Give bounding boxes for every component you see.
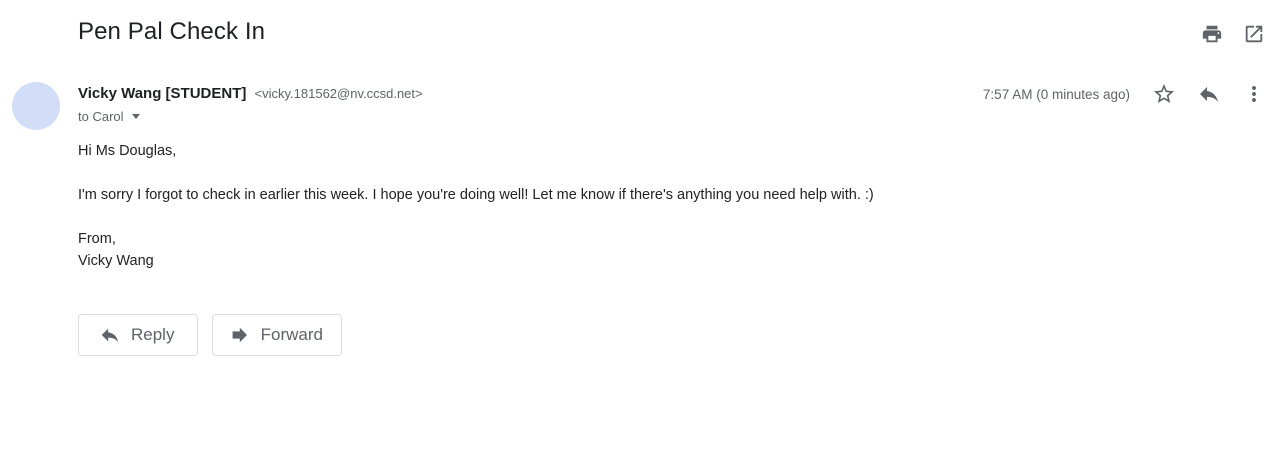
message-meta: 7:57 AM (0 minutes ago) bbox=[983, 82, 1266, 106]
show-details-chevron-icon[interactable] bbox=[131, 114, 140, 119]
recipient-line: to Carol bbox=[78, 109, 140, 124]
reply-arrow-icon bbox=[101, 328, 119, 343]
sender-email: <vicky.181562@nv.ccsd.net> bbox=[254, 86, 423, 101]
forward-button-label: Forward bbox=[260, 325, 323, 344]
reply-button[interactable]: Reply bbox=[78, 314, 198, 356]
email-subject: Pen Pal Check In bbox=[78, 18, 266, 45]
reply-icon[interactable] bbox=[1197, 82, 1221, 106]
print-icon[interactable] bbox=[1200, 22, 1224, 46]
reply-actions: Reply Forward bbox=[78, 314, 342, 356]
sender-line: Vicky Wang [STUDENT] <vicky.181562@nv.cc… bbox=[78, 85, 423, 102]
signature: Vicky Wang bbox=[78, 253, 154, 269]
sender-name[interactable]: Vicky Wang [STUDENT] bbox=[78, 85, 246, 102]
forward-button[interactable]: Forward bbox=[212, 314, 342, 356]
more-vert-icon[interactable] bbox=[1242, 82, 1266, 106]
timestamp: 7:57 AM (0 minutes ago) bbox=[982, 86, 1130, 102]
message-body: Hi Ms Douglas, I'm sorry I forgot to che… bbox=[78, 140, 874, 272]
closing: From, bbox=[78, 231, 116, 247]
email-view: Pen Pal Check In Vicky Wang [STUDENT] <v… bbox=[0, 0, 1280, 452]
thread-toolbar bbox=[1200, 22, 1266, 46]
open-in-new-window-icon[interactable] bbox=[1242, 22, 1266, 46]
reply-button-label: Reply bbox=[131, 325, 175, 344]
body-paragraph: I'm sorry I forgot to check in earlier t… bbox=[78, 187, 874, 203]
greeting: Hi Ms Douglas, bbox=[78, 143, 177, 159]
star-icon[interactable] bbox=[1152, 82, 1176, 106]
forward-arrow-icon bbox=[232, 327, 248, 343]
recipient-label: to Carol bbox=[78, 109, 124, 124]
avatar bbox=[12, 82, 60, 130]
